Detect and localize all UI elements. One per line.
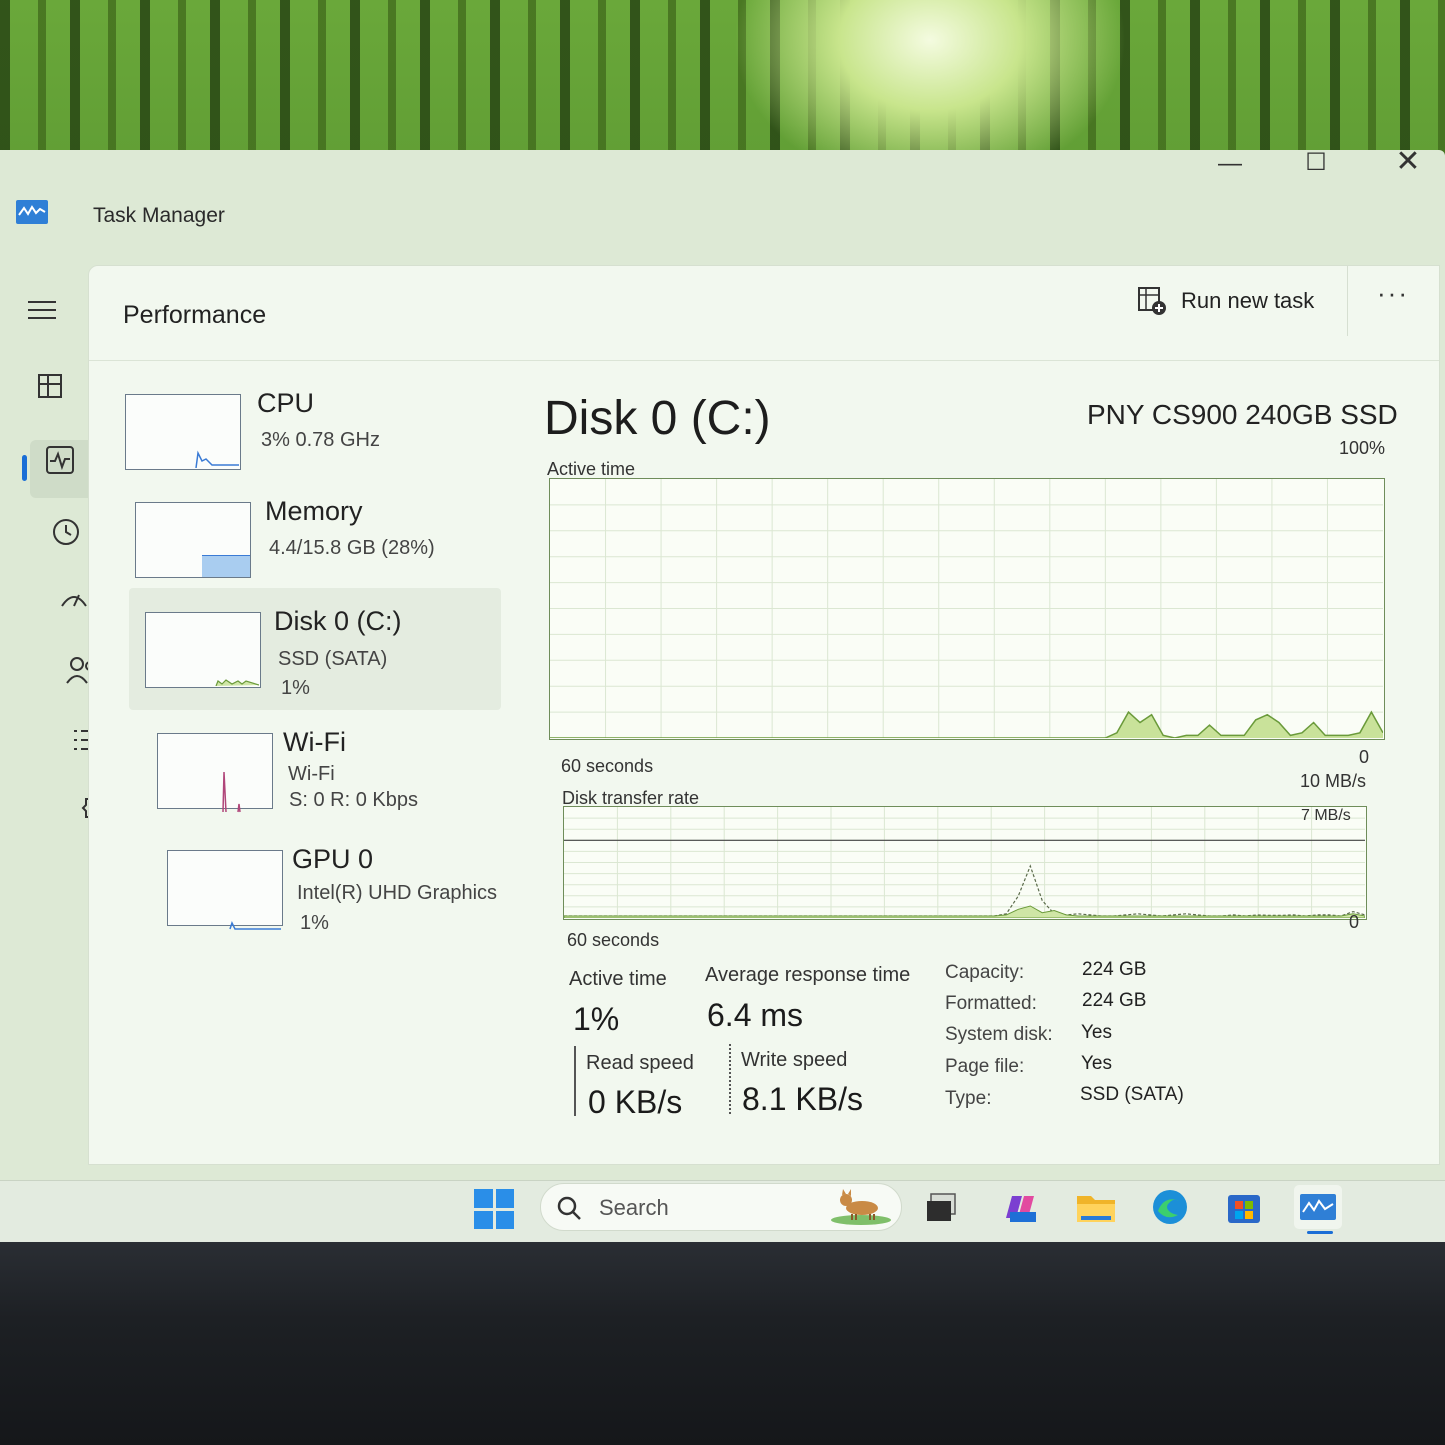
wifi-thumbnail-graph bbox=[157, 733, 273, 813]
gpu-thumbnail-graph bbox=[167, 850, 283, 930]
taskbar-search[interactable]: Search bbox=[540, 1183, 902, 1231]
device-name: GPU 0 bbox=[292, 844, 374, 874]
avg-response-value: 6.4 ms bbox=[707, 997, 804, 1033]
transfer-span-label: 60 seconds bbox=[567, 930, 660, 950]
panel-header: Performance Run new task ··· bbox=[89, 266, 1439, 361]
memory-thumbnail-graph bbox=[135, 502, 251, 578]
active-time-area bbox=[550, 712, 1383, 738]
start-button[interactable] bbox=[474, 1189, 514, 1229]
device-name: Memory bbox=[265, 496, 363, 526]
active-time-chart-svg bbox=[550, 479, 1384, 739]
property-key: Type: bbox=[945, 1088, 992, 1109]
task-manager-window: Task Manager — ☐ ✕ Performance Run new t… bbox=[0, 145, 1445, 1180]
read-speed-series bbox=[563, 905, 1366, 919]
device-detail: Intel(R) UHD Graphics bbox=[297, 882, 498, 904]
edge-browser-icon[interactable] bbox=[1146, 1185, 1194, 1229]
property-key: System disk: bbox=[945, 1024, 1053, 1045]
title-bar[interactable]: Task Manager — ☐ ✕ bbox=[0, 145, 1445, 260]
device-detail: 4.4/15.8 GB (28%) bbox=[269, 537, 435, 559]
file-explorer-icon[interactable] bbox=[1072, 1185, 1120, 1229]
read-speed-value: 0 KB/s bbox=[588, 1084, 683, 1120]
search-icon bbox=[557, 1196, 581, 1220]
property-key: Formatted: bbox=[945, 993, 1037, 1014]
search-highlight-dog-icon bbox=[831, 1189, 891, 1225]
device-usage: 1% bbox=[281, 677, 310, 699]
page-title: Performance bbox=[123, 301, 267, 329]
search-placeholder: Search bbox=[599, 1195, 669, 1220]
transfer-reference-label: 7 MB/s bbox=[1301, 807, 1351, 824]
cpu-thumbnail-graph bbox=[125, 394, 241, 470]
task-view-icon[interactable] bbox=[918, 1185, 966, 1229]
device-detail: 3% 0.78 GHz bbox=[261, 429, 380, 451]
property-value: 224 GB bbox=[1082, 990, 1147, 1011]
device-wifi[interactable]: Wi-Fi Wi-Fi S: 0 R: 0 Kbps bbox=[149, 727, 509, 833]
active-time-stat-label: Active time bbox=[569, 968, 667, 990]
menu-icon[interactable] bbox=[22, 290, 62, 330]
processes-icon[interactable] bbox=[30, 366, 70, 406]
active-time-max-label: 100% bbox=[1339, 438, 1386, 458]
device-usage: 1% bbox=[300, 912, 329, 934]
device-name: CPU bbox=[257, 388, 315, 418]
disk-model: PNY CS900 240GB SSD bbox=[1087, 399, 1398, 430]
transfer-max-label: 10 MB/s bbox=[1300, 771, 1367, 791]
transfer-min-label: 0 bbox=[1349, 912, 1360, 932]
performance-icon[interactable] bbox=[40, 440, 80, 480]
active-time-chart-label: Active time bbox=[547, 459, 636, 479]
device-cpu[interactable]: CPU 3% 0.78 GHz bbox=[119, 388, 479, 494]
more-options-button[interactable]: ··· bbox=[1377, 278, 1409, 309]
disk-transfer-chart bbox=[563, 806, 1367, 920]
microsoft-store-icon[interactable] bbox=[1220, 1185, 1268, 1229]
detail-title: Disk 0 (C:) bbox=[544, 392, 771, 445]
disk-thumbnail-graph bbox=[145, 612, 261, 688]
close-button[interactable]: ✕ bbox=[1378, 144, 1438, 178]
property-value: SSD (SATA) bbox=[1080, 1084, 1184, 1105]
taskbar: Search bbox=[0, 1180, 1445, 1242]
device-detail: Wi-Fi bbox=[288, 763, 335, 785]
active-time-stat-value: 1% bbox=[573, 1001, 620, 1037]
write-speed-marker bbox=[729, 1044, 731, 1114]
device-detail: SSD (SATA) bbox=[278, 648, 388, 670]
property-key: Page file: bbox=[945, 1056, 1025, 1077]
active-time-chart bbox=[549, 478, 1385, 740]
header-separator bbox=[1347, 266, 1348, 336]
property-value: 224 GB bbox=[1082, 959, 1147, 980]
disk-transfer-chart-svg bbox=[563, 807, 1366, 919]
device-memory[interactable]: Memory 4.4/15.8 GB (28%) bbox=[129, 496, 489, 602]
device-throughput: S: 0 R: 0 Kbps bbox=[289, 789, 418, 811]
device-disk-0[interactable]: Disk 0 (C:) SSD (SATA) 1% bbox=[129, 588, 501, 710]
minimize-button[interactable]: — bbox=[1200, 150, 1260, 180]
avg-response-label: Average response time bbox=[705, 964, 911, 986]
active-app-indicator bbox=[1307, 1231, 1333, 1234]
read-speed-label: Read speed bbox=[586, 1052, 694, 1074]
active-time-min-label: 0 bbox=[1359, 747, 1370, 767]
property-value: Yes bbox=[1081, 1053, 1112, 1074]
run-task-icon bbox=[1138, 287, 1166, 315]
device-name: Disk 0 (C:) bbox=[274, 606, 402, 636]
copilot-icon[interactable] bbox=[996, 1185, 1044, 1229]
property-value: Yes bbox=[1081, 1022, 1112, 1043]
maximize-button[interactable]: ☐ bbox=[1286, 148, 1346, 178]
monitor-bezel bbox=[0, 1235, 1445, 1445]
task-manager-taskbar-icon[interactable] bbox=[1294, 1185, 1342, 1229]
performance-panel: Performance Run new task ··· CPU 3% 0.78… bbox=[88, 265, 1440, 1165]
device-name: Wi-Fi bbox=[283, 727, 346, 757]
write-speed-value: 8.1 KB/s bbox=[742, 1081, 863, 1117]
window-title: Task Manager bbox=[93, 204, 225, 227]
device-gpu-0[interactable]: GPU 0 Intel(R) UHD Graphics 1% bbox=[159, 844, 519, 950]
run-new-task-button[interactable]: Run new task bbox=[1137, 286, 1314, 316]
write-speed-label: Write speed bbox=[741, 1049, 848, 1071]
task-manager-app-icon bbox=[16, 200, 48, 224]
nav-selection-indicator bbox=[22, 455, 27, 481]
property-key: Capacity: bbox=[945, 962, 1025, 983]
active-time-span-label: 60 seconds bbox=[561, 756, 654, 776]
app-history-icon[interactable] bbox=[46, 512, 86, 552]
read-speed-marker bbox=[574, 1046, 576, 1116]
run-new-task-label: Run new task bbox=[1181, 288, 1315, 313]
